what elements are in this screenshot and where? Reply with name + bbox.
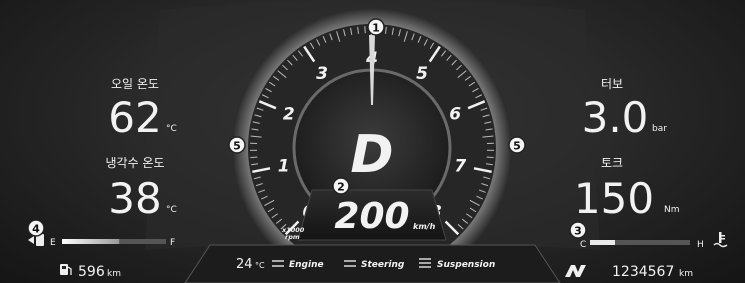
tach-label-5: 5 — [416, 64, 428, 84]
ambient-temp-value: 24 — [236, 257, 253, 272]
callout-3: 3 — [569, 221, 587, 239]
tach-label-3: 3 — [316, 64, 328, 84]
tach-label-7: 7 — [454, 157, 466, 177]
tach-label-2: 2 — [283, 105, 295, 125]
speed-unit: km/h — [413, 222, 436, 231]
svg-text:1: 1 — [372, 22, 380, 35]
torque-label: 토크 — [601, 156, 623, 170]
svg-text:4: 4 — [32, 223, 40, 236]
coolant-thermometer-icon — [713, 232, 728, 248]
fuel-pump-icon — [60, 264, 72, 275]
fuel-door-side-icon — [28, 236, 34, 244]
callout-5-right: 5 — [508, 136, 526, 154]
tach-label-1: 1 — [278, 157, 290, 177]
temp-bar-fill — [590, 240, 615, 245]
fuel-empty-label: E — [50, 238, 56, 248]
callout-1: 1 — [367, 18, 385, 36]
instrument-cluster: 012345678 D 200 km/h x1000 rpm 오일 온도 62 … — [0, 0, 745, 283]
coolant-temp-label: 냉각수 온도 — [105, 156, 164, 170]
coolant-temp-gauge: C H — [580, 232, 728, 250]
turbo-value: 3.0 — [582, 93, 649, 142]
oil-temp-label: 오일 온도 — [111, 77, 159, 91]
ambient-temp-unit: °C — [255, 261, 265, 270]
oil-temp-unit: °C — [166, 124, 177, 134]
odometer-unit: km — [679, 269, 693, 279]
suspension-mode-icon — [419, 258, 431, 268]
callout-5-left: 5 — [228, 136, 246, 154]
gear-indicator: D — [350, 125, 393, 185]
turbo-label: 터보 — [601, 77, 623, 91]
n-mode-logo-icon — [565, 265, 586, 277]
svg-text:5: 5 — [513, 140, 521, 153]
svg-text:5: 5 — [233, 140, 241, 153]
svg-text:2: 2 — [337, 181, 345, 194]
torque-value: 150 — [574, 174, 654, 223]
oil-temp-value: 62 — [108, 93, 161, 142]
steering-mode-label: Steering — [361, 260, 405, 270]
coolant-temp-unit: °C — [166, 205, 177, 215]
tach-minor-tick — [486, 156, 494, 159]
cluster-graphic: 012345678 D 200 km/h x1000 rpm 오일 온도 62 … — [27, 0, 728, 283]
coolant-temp-value: 38 — [108, 174, 161, 223]
range-value: 596 — [78, 264, 105, 280]
suspension-mode-label: Suspension — [437, 260, 495, 270]
tach-minor-tick — [250, 156, 258, 159]
temp-hot-label: H — [697, 240, 704, 250]
range-unit: km — [107, 269, 121, 279]
speed-value: 200 — [334, 196, 409, 237]
temp-cold-label: C — [580, 240, 586, 250]
svg-text:3: 3 — [574, 225, 582, 238]
callout-2: 2 — [332, 177, 350, 195]
fuel-bar-fill — [62, 239, 120, 244]
rpm-unit-rpm: rpm — [285, 233, 300, 241]
torque-unit: Nm — [664, 205, 680, 215]
callout-4: 4 — [27, 219, 45, 237]
tach-label-6: 6 — [449, 105, 461, 125]
turbo-unit: bar — [652, 124, 667, 134]
fuel-full-label: F — [170, 238, 175, 248]
engine-mode-label: Engine — [289, 260, 324, 270]
odometer-value: 1234567 — [612, 264, 674, 280]
